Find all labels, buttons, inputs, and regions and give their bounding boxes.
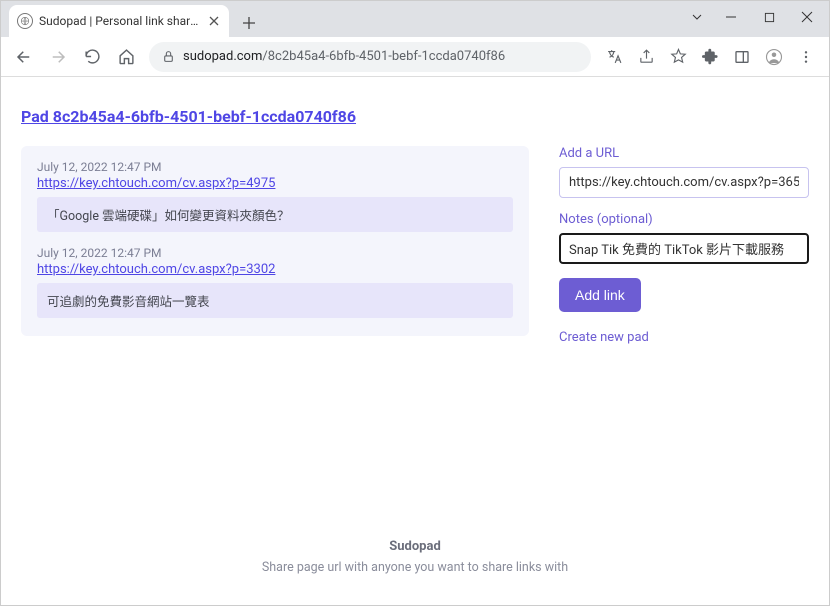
link-entry: July 12, 2022 12:47 PM https://key.chtou… <box>37 160 513 232</box>
pad-title-link[interactable]: Pad 8c2b45a4-6bfb-4501-bebf-1ccda0740f86 <box>21 107 809 126</box>
notes-field-label: Notes (optional) <box>559 212 809 227</box>
reload-button[interactable] <box>77 42 107 72</box>
links-list: July 12, 2022 12:47 PM https://key.chtou… <box>21 146 529 336</box>
close-window-button[interactable] <box>789 3 825 31</box>
tab-title: Sudopad | Personal link sharing <box>39 14 201 28</box>
bookmark-icon[interactable] <box>663 42 693 72</box>
minimize-button[interactable] <box>713 3 749 31</box>
entry-note: 「Google 雲端硬碟」如何變更資料夾顏色？ <box>37 197 513 232</box>
browser-tab[interactable]: Sudopad | Personal link sharing <box>9 5 229 37</box>
forward-button[interactable] <box>43 42 73 72</box>
globe-icon <box>17 13 33 29</box>
window-titlebar: Sudopad | Personal link sharing <box>1 1 829 37</box>
add-link-form: Add a URL Notes (optional) Add link Crea… <box>559 146 809 345</box>
share-icon[interactable] <box>631 42 661 72</box>
translate-icon[interactable] <box>599 42 629 72</box>
home-button[interactable] <box>111 42 141 72</box>
url-input[interactable] <box>559 167 809 198</box>
page-footer: Sudopad Share page url with anyone you w… <box>21 499 809 605</box>
close-tab-icon[interactable] <box>207 14 221 28</box>
page-content: Pad 8c2b45a4-6bfb-4501-bebf-1ccda0740f86… <box>1 77 829 605</box>
chevron-down-icon[interactable] <box>683 3 711 31</box>
link-entry: July 12, 2022 12:47 PM https://key.chtou… <box>37 246 513 318</box>
url-text: sudopad.com/8c2b45a4-6bfb-4501-bebf-1ccd… <box>183 49 579 64</box>
address-bar[interactable]: sudopad.com/8c2b45a4-6bfb-4501-bebf-1ccd… <box>149 42 591 72</box>
notes-input[interactable] <box>559 233 809 264</box>
entry-url-link[interactable]: https://key.chtouch.com/cv.aspx?p=3302 <box>37 262 275 277</box>
extensions-icon[interactable] <box>695 42 725 72</box>
profile-icon[interactable] <box>759 42 789 72</box>
lock-icon <box>161 50 175 64</box>
url-field-label: Add a URL <box>559 146 809 161</box>
sidepanel-icon[interactable] <box>727 42 757 72</box>
new-tab-button[interactable] <box>235 9 263 37</box>
add-link-button[interactable]: Add link <box>559 278 641 312</box>
entry-timestamp: July 12, 2022 12:47 PM <box>37 246 513 260</box>
entry-note: 可追劇的免費影音網站一覽表 <box>37 283 513 318</box>
footer-subtitle: Share page url with anyone you want to s… <box>21 560 809 575</box>
back-button[interactable] <box>9 42 39 72</box>
menu-icon[interactable] <box>791 42 821 72</box>
footer-title: Sudopad <box>21 539 809 554</box>
maximize-button[interactable] <box>751 3 787 31</box>
entry-url-link[interactable]: https://key.chtouch.com/cv.aspx?p=4975 <box>37 176 275 191</box>
create-new-pad-link[interactable]: Create new pad <box>559 330 649 345</box>
entry-timestamp: July 12, 2022 12:47 PM <box>37 160 513 174</box>
window-controls <box>683 3 825 31</box>
browser-toolbar: sudopad.com/8c2b45a4-6bfb-4501-bebf-1ccd… <box>1 37 829 77</box>
